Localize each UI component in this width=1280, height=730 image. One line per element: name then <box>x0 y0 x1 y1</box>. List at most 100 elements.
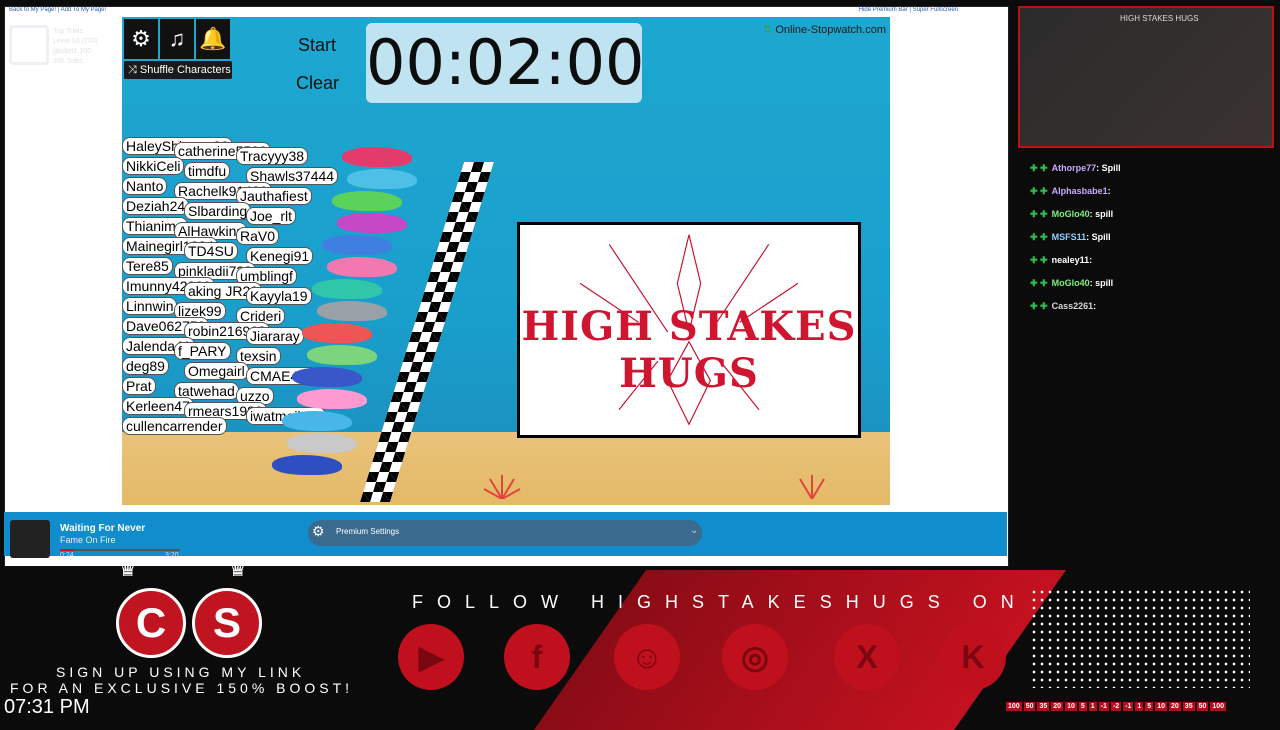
chat-message: ✚ ✚ Alphasbabe1 : <box>1030 179 1270 202</box>
song-title: Waiting For Never <box>60 523 146 534</box>
multiplier-slot: 35 <box>1037 702 1050 711</box>
bell-icon: 🔔 <box>199 26 227 51</box>
dolphin-racer <box>332 191 402 211</box>
multiplier-slot: 10 <box>1065 702 1077 711</box>
premium-links[interactable]: Hide Premium Bar | Super Fullscreen <box>859 7 958 13</box>
multiplier-slot: 35 <box>1182 702 1195 711</box>
logo-text: HIGH STAKES HUGS <box>521 303 857 397</box>
racer-name-tag: Slbarding <box>184 202 252 220</box>
racer-name-tag: NikkiCeli <box>122 157 185 175</box>
chat-username[interactable]: Athorpe77 <box>1052 161 1097 175</box>
faded-panel-lines: Top Trials Level 10 (270) gbullet1 100 1… <box>53 27 98 67</box>
multiplier-slot: 10 <box>1155 702 1167 711</box>
stopwatch-race-game: ⚙ ♫ 🔔 ⤨ Shuffle Characters Start Clear 0… <box>122 17 890 505</box>
racer-name-tag: timdfu <box>184 162 231 180</box>
chat-panel: ✚ ✚ Athorpe77 : Spill ✚ ✚ Alphasbabe1 : ✚ ✚ M… <box>1030 156 1270 317</box>
badge-icon: ✚ ✚ <box>1030 254 1048 265</box>
shuffle-characters-button[interactable]: ⤨ Shuffle Characters <box>124 61 232 79</box>
multiplier-slot: 50 <box>1196 702 1209 711</box>
chevron-down-icon[interactable]: ⌄ <box>690 525 698 536</box>
timer-display: 00:02:00 <box>366 23 644 103</box>
premium-settings-label[interactable]: Premium Settings <box>336 527 399 536</box>
chat-username[interactable]: MoGlo40 <box>1052 207 1090 221</box>
dolphin-racer <box>342 147 412 167</box>
start-button[interactable]: Start <box>298 35 336 56</box>
youtube-icon: ▶ <box>398 624 464 690</box>
webcam-feed <box>1018 6 1274 148</box>
music-button[interactable]: ♫ <box>160 19 194 59</box>
chat-message: ✚ ✚ MoGlo40 : spill <box>1030 271 1270 294</box>
signup-line-2: FOR AN EXCLUSIVE 150% BOOST! <box>10 680 354 696</box>
stopwatch-logo-icon: ⇅ <box>763 24 773 36</box>
chat-username[interactable]: Alphasbabe1 <box>1052 184 1108 198</box>
faded-panel: Top Trials Level 10 (270) gbullet1 100 1… <box>5 21 115 81</box>
faded-line: gbullet1 100 <box>53 48 92 55</box>
chat-message: ✚ ✚ MSFS11 : Spill <box>1030 225 1270 248</box>
multiplier-slot: -1 <box>1123 702 1134 711</box>
music-icon: ♫ <box>168 26 186 51</box>
stream-clock: 07:31 PM <box>4 696 90 718</box>
dolphin-racer <box>312 279 382 299</box>
multiplier-slot: 20 <box>1051 702 1064 711</box>
settings-button[interactable]: ⚙ <box>124 19 158 59</box>
dolphin-racer <box>327 257 397 277</box>
shuffle-icon: ⤨ <box>128 64 140 76</box>
multiplier-slot: 20 <box>1169 702 1181 711</box>
cs-logo-s: S <box>192 588 262 658</box>
badge-icon: ✚ ✚ <box>1030 277 1048 288</box>
gear-icon: ⚙ <box>312 523 325 539</box>
multiplier-slot: -2 <box>1110 702 1122 711</box>
clear-button[interactable]: Clear <box>296 73 339 94</box>
dolphin-racer <box>282 411 352 431</box>
cs-logo-c: C <box>116 588 186 658</box>
kick-icon: K <box>940 624 1006 690</box>
site-brand[interactable]: ⇅ Online-Stopwatch.com <box>763 23 886 36</box>
song-progress-fill <box>60 549 75 551</box>
dolphin-racer <box>292 367 362 387</box>
badge-icon: ✚ ✚ <box>1030 162 1048 173</box>
album-art <box>10 520 50 558</box>
webcam-banner: HIGH STAKES HUGS <box>1120 14 1199 23</box>
chat-username[interactable]: Cass2261 <box>1052 299 1094 313</box>
dolphin-racer <box>272 455 342 475</box>
dolphin-racer <box>317 301 387 321</box>
racer-name-tag: Linnwin <box>122 297 178 315</box>
chat-username[interactable]: MSFS11 <box>1052 230 1087 244</box>
sound-button[interactable]: 🔔 <box>196 19 230 59</box>
song-artist: Fame On Fire <box>60 535 116 545</box>
racer-name-tag: cullencarrender <box>122 417 227 435</box>
instagram-icon: ◎ <box>722 624 788 690</box>
shuffle-label: Shuffle Characters <box>139 64 231 76</box>
crown-icon: ♛ <box>228 556 248 581</box>
chat-username[interactable]: nealey11 <box>1052 253 1090 267</box>
multiplier-slot: 5 <box>1145 702 1154 711</box>
bus-icon <box>9 25 49 65</box>
dolphin-racer <box>347 169 417 189</box>
dolphin-racer <box>297 389 367 409</box>
chat-username[interactable]: MoGlo40 <box>1052 276 1090 290</box>
browser-window: Back to My Page! | Add To My Page! Hide … <box>4 6 1009 568</box>
chat-message: ✚ ✚ nealey11 : <box>1030 248 1270 271</box>
badge-icon: ✚ ✚ <box>1030 300 1048 311</box>
badge-icon: ✚ ✚ <box>1030 185 1048 196</box>
song-elapsed: 0:24 <box>60 552 74 559</box>
racer-name-tag: deg89 <box>122 357 169 375</box>
multiplier-slot: 1 <box>1088 702 1097 711</box>
racer-name-tag: f_PARY <box>174 342 231 360</box>
follow-banner: FOLLOW HIGHSTAKESHUGS ON <box>412 592 1028 612</box>
dolphin-racer <box>322 235 392 255</box>
multiplier-slot: 5 <box>1078 702 1087 711</box>
plinko-multipliers: 100 50 35 20 10 5 1 -1 -2 -1 1 5 10 20 35 50 100 <box>1006 702 1227 711</box>
dolphin-racer <box>337 213 407 233</box>
gear-icon: ⚙ <box>131 26 151 51</box>
chat-text: : <box>1093 300 1097 311</box>
racer-name-tag: Deziah24 <box>122 197 190 215</box>
multiplier-slot: 100 <box>1210 702 1227 711</box>
dolphin-racer <box>307 345 377 365</box>
chat-text: : <box>1089 254 1093 265</box>
chat-message: ✚ ✚ Athorpe77 : Spill <box>1030 156 1270 179</box>
badge-icon: ✚ ✚ <box>1030 231 1048 242</box>
page-links[interactable]: Back to My Page! | Add To My Page! <box>9 7 106 13</box>
coral-decoration <box>799 475 825 499</box>
chat-text: : Spill <box>1086 231 1111 242</box>
